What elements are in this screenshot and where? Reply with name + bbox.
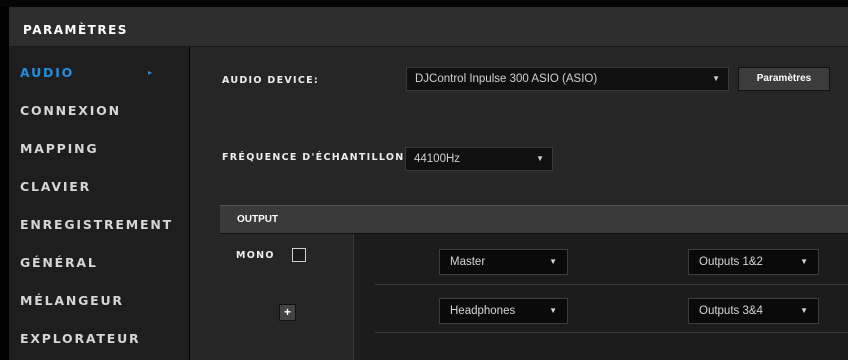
- output-source-value: Headphones: [450, 305, 516, 317]
- chevron-down-icon: ▼: [549, 257, 557, 266]
- output-panel: OUTPUT MONO + Master ▼ Outputs 1&2 ▼ Hea…: [220, 205, 848, 360]
- output-options-column: MONO +: [220, 234, 354, 360]
- sidebar-item-mapping[interactable]: MAPPING: [20, 137, 180, 161]
- audio-settings-panel: AUDIO DEVICE: DJControl Inpulse 300 ASIO…: [190, 47, 848, 360]
- sidebar-item-audio[interactable]: AUDIO ▸: [20, 61, 180, 85]
- output-title: OUTPUT: [237, 214, 279, 225]
- sidebar-item-label: EXPLORATEUR: [20, 331, 141, 346]
- mono-checkbox[interactable]: [292, 248, 306, 262]
- output-target-value: Outputs 1&2: [699, 256, 763, 268]
- mono-label: MONO: [236, 250, 275, 261]
- chevron-down-icon: ▼: [800, 306, 808, 315]
- chevron-down-icon: ▼: [712, 74, 720, 83]
- sample-rate-label: FRÉQUENCE D'ÉCHANTILLONN: [222, 152, 414, 163]
- output-target-value: Outputs 3&4: [699, 305, 763, 317]
- sidebar-item-label: CONNEXION: [20, 103, 121, 118]
- sample-rate-select[interactable]: 44100Hz ▼: [405, 147, 553, 171]
- output-target-select-master[interactable]: Outputs 1&2 ▼: [688, 249, 819, 275]
- window-top-strip: [0, 0, 848, 7]
- chevron-down-icon: ▼: [536, 154, 544, 163]
- settings-header: PARAMÈTRES: [9, 7, 848, 47]
- chevron-down-icon: ▼: [800, 257, 808, 266]
- sidebar-item-general[interactable]: GÉNÉRAL: [20, 251, 180, 275]
- sidebar-item-label: MAPPING: [20, 141, 99, 156]
- settings-sidebar: AUDIO ▸ CONNEXION MAPPING CLAVIER ENREGI…: [9, 47, 189, 360]
- sidebar-item-label: ENREGISTREMENT: [20, 217, 173, 232]
- sidebar-item-melangeur[interactable]: MÉLANGEUR: [20, 289, 180, 313]
- sample-rate-value: 44100Hz: [414, 153, 461, 165]
- sidebar-item-connexion[interactable]: CONNEXION: [20, 99, 180, 123]
- sidebar-item-explorateur[interactable]: EXPLORATEUR: [20, 327, 180, 351]
- output-source-value: Master: [450, 256, 486, 268]
- output-section-header: OUTPUT: [220, 205, 848, 234]
- sidebar-item-label: GÉNÉRAL: [20, 255, 98, 270]
- chevron-right-icon: ▸: [148, 68, 154, 77]
- audio-device-select[interactable]: DJControl Inpulse 300 ASIO (ASIO) ▼: [406, 67, 729, 91]
- output-row-divider: [375, 284, 848, 285]
- sidebar-item-label: CLAVIER: [20, 179, 92, 194]
- output-target-select-headphones[interactable]: Outputs 3&4 ▼: [688, 298, 819, 324]
- sidebar-item-label: MÉLANGEUR: [20, 293, 124, 308]
- chevron-down-icon: ▼: [549, 306, 557, 315]
- audio-device-value: DJControl Inpulse 300 ASIO (ASIO): [415, 73, 598, 85]
- sidebar-item-label: AUDIO: [20, 65, 75, 80]
- sidebar-item-enregistrement[interactable]: ENREGISTREMENT: [20, 213, 180, 237]
- add-output-button[interactable]: +: [279, 304, 296, 321]
- device-settings-button[interactable]: Paramètres: [738, 67, 830, 91]
- output-row-divider: [375, 332, 848, 333]
- audio-device-label: AUDIO DEVICE:: [222, 75, 320, 86]
- sidebar-item-clavier[interactable]: CLAVIER: [20, 175, 180, 199]
- output-source-select-headphones[interactable]: Headphones ▼: [439, 298, 568, 324]
- output-source-select-master[interactable]: Master ▼: [439, 249, 568, 275]
- page-title: PARAMÈTRES: [23, 23, 128, 37]
